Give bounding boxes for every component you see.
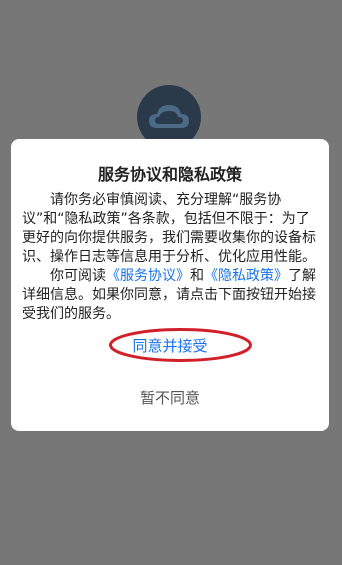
dialog-paragraph-1: 请你务必审慎阅读、充分理解“服务协议”和“隐私政策”各条款，包括但不限于：为了更… (22, 192, 316, 265)
service-agreement-link[interactable]: 《服务协议》 (106, 268, 190, 284)
privacy-policy-link[interactable]: 《隐私政策》 (204, 268, 288, 284)
dialog-body: 请你务必审慎阅读、充分理解“服务协议”和“隐私政策”各条款，包括但不限于：为了更… (22, 191, 318, 324)
cloud-icon (149, 105, 189, 128)
decline-button[interactable]: 暂不同意 (11, 387, 329, 408)
para2-prefix: 你可阅读 (50, 268, 106, 284)
accept-button[interactable]: 同意并接受 (11, 335, 329, 356)
dialog-title: 服务协议和隐私政策 (97, 165, 242, 184)
dialog-paragraph-2: 你可阅读《服务协议》和《隐私政策》了解详细信息。如果你同意，请点击下面按钮开始接… (22, 267, 318, 324)
para2-and: 和 (190, 268, 204, 284)
privacy-dialog: 服务协议和隐私政策 请你务必审慎阅读、充分理解“服务协议”和“隐私政策”各条款，… (11, 139, 329, 431)
